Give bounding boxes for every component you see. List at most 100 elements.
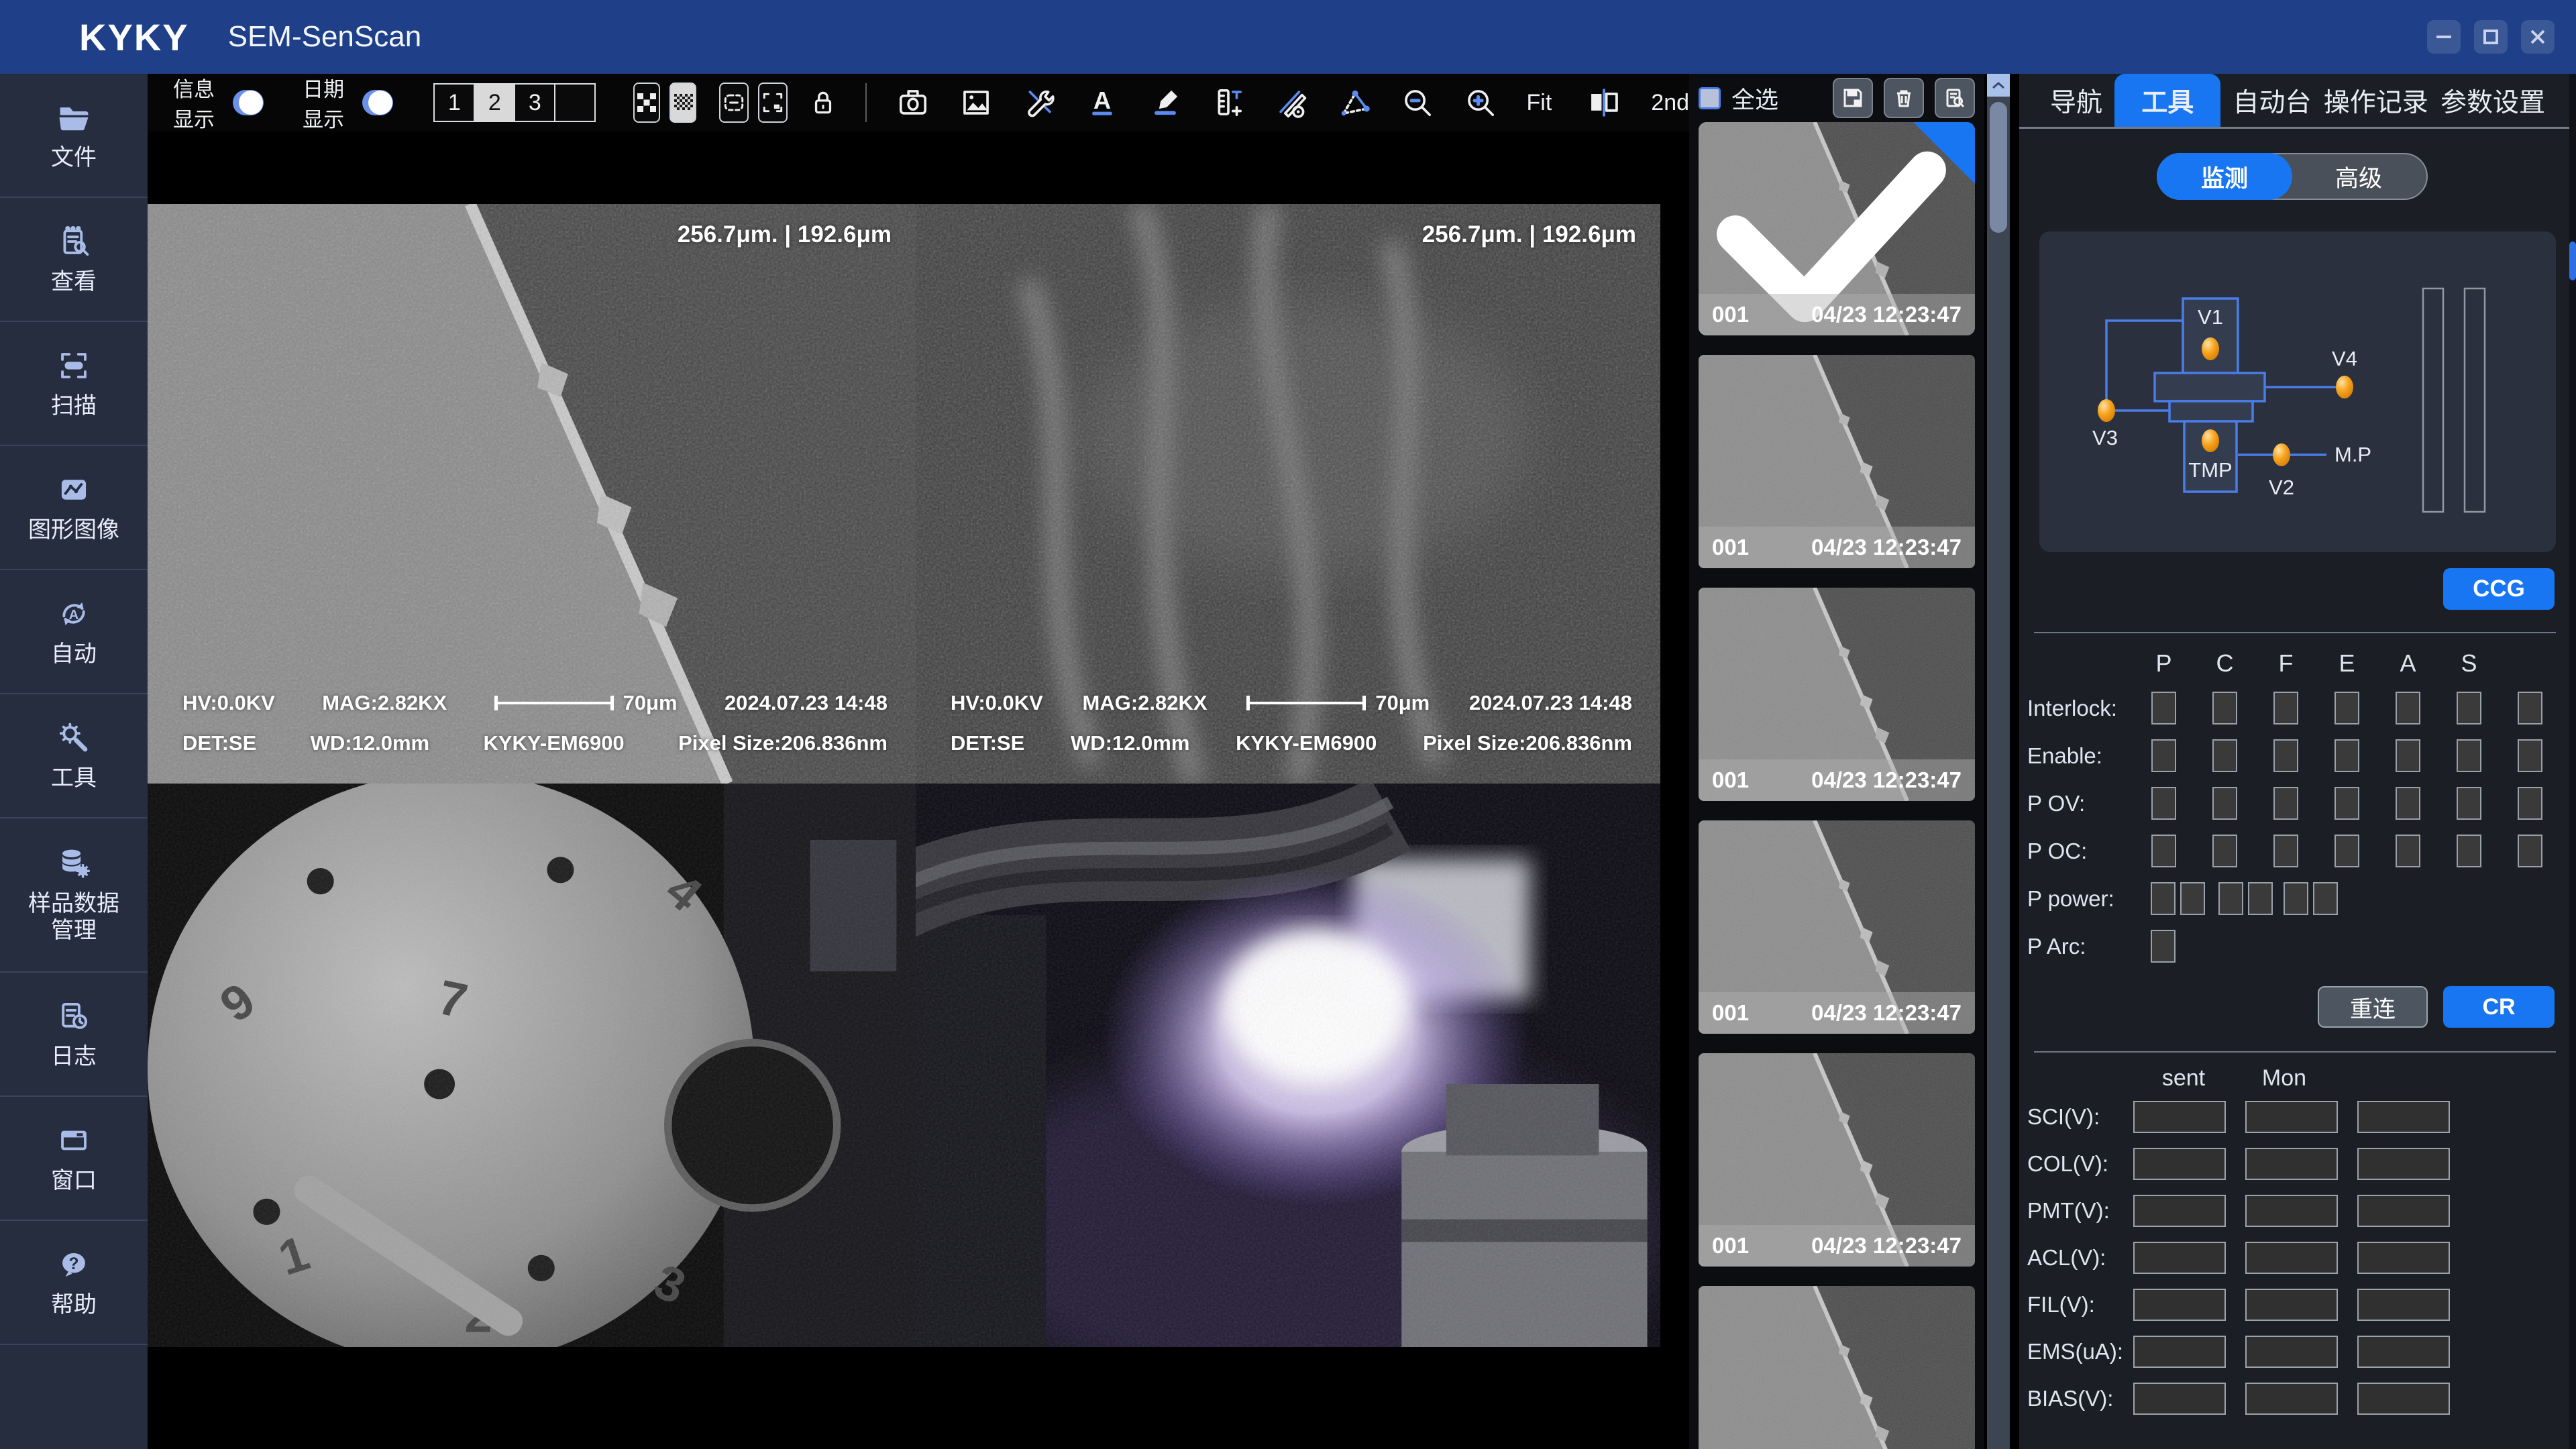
sidebar-item-file[interactable]: 文件 (0, 74, 148, 198)
status-checkbox[interactable] (2180, 882, 2205, 915)
reconnect-button[interactable]: 重连 (2318, 986, 2428, 1028)
tab-navigation[interactable]: 导航 (2050, 74, 2102, 127)
valve-v4-indicator[interactable] (2336, 376, 2353, 398)
status-checkbox[interactable] (2334, 692, 2359, 724)
status-checkbox[interactable] (2151, 739, 2176, 772)
status-checkbox[interactable] (2334, 835, 2359, 867)
tmp-indicator[interactable] (2202, 429, 2219, 452)
sem-viewport-1[interactable]: 256.7μm. | 192.6μm HV:0.0KV MAG:2.82KX 7… (148, 204, 916, 784)
dither-coarse-button[interactable] (633, 83, 660, 123)
bias-mon-field[interactable] (2245, 1383, 2338, 1415)
scrollbar-thumb[interactable] (2569, 241, 2576, 280)
cr-button[interactable]: CR (2443, 986, 2555, 1028)
minimize-button[interactable] (2427, 20, 2461, 54)
split-view-button[interactable] (1587, 85, 1621, 120)
bias-mon2-field[interactable] (2357, 1383, 2450, 1415)
maximize-button[interactable] (2474, 20, 2508, 54)
sci-mon2-field[interactable] (2357, 1101, 2450, 1133)
col-mon2-field[interactable] (2357, 1148, 2450, 1180)
right-panel-scrollbar[interactable] (2569, 74, 2576, 1449)
status-checkbox[interactable] (2151, 835, 2176, 867)
status-checkbox[interactable] (2518, 692, 2542, 724)
sidebar-item-auto[interactable]: A 自动 (0, 570, 148, 694)
scrollbar-thumb[interactable] (1990, 102, 2007, 233)
quadrant-2-button[interactable]: 2 (474, 83, 515, 122)
sidebar-item-scan[interactable]: 扫描 (0, 322, 148, 446)
status-checkbox[interactable] (2396, 692, 2420, 724)
image-tools-button[interactable] (1022, 85, 1056, 120)
acl-sent-field[interactable] (2133, 1242, 2226, 1274)
protractor-button[interactable] (1275, 85, 1308, 120)
info-display-toggle[interactable] (233, 90, 264, 115)
thumbnail-scrollbar[interactable] (1987, 74, 2010, 1449)
thumbnail-item-6[interactable] (1699, 1286, 1975, 1449)
text-annotation-button[interactable]: A (1085, 85, 1119, 120)
status-checkbox[interactable] (2151, 882, 2176, 915)
acl-mon2-field[interactable] (2357, 1242, 2450, 1274)
thumbnail-item-3[interactable]: 00104/23 12:23:47 (1699, 588, 1975, 801)
dashed-frame-button[interactable] (719, 83, 749, 123)
measure-ruler-button[interactable] (1212, 85, 1245, 120)
valve-v2-indicator[interactable] (2273, 443, 2290, 466)
pmt-mon2-field[interactable] (2357, 1195, 2450, 1227)
sidebar-item-log[interactable]: 日志 (0, 973, 148, 1097)
preview-search-button[interactable] (1935, 78, 1975, 118)
ems-mon2-field[interactable] (2357, 1336, 2450, 1368)
status-checkbox[interactable] (2396, 739, 2420, 772)
dither-fine-button[interactable] (669, 83, 696, 123)
thumbnail-item-5[interactable]: 00104/23 12:23:47 (1699, 1053, 1975, 1267)
delete-images-button[interactable] (1884, 78, 1924, 118)
fil-mon-field[interactable] (2245, 1289, 2338, 1321)
valve-v1-indicator[interactable] (2202, 337, 2219, 360)
sidebar-item-tools[interactable]: 工具 (0, 694, 148, 818)
save-images-button[interactable] (1833, 78, 1873, 118)
status-checkbox[interactable] (2212, 835, 2237, 867)
fil-sent-field[interactable] (2133, 1289, 2226, 1321)
close-button[interactable] (2521, 20, 2555, 54)
quadrant-1-button[interactable]: 1 (433, 83, 475, 122)
status-checkbox[interactable] (2457, 787, 2481, 820)
zoom-in-button[interactable] (1464, 85, 1497, 120)
status-checkbox[interactable] (2248, 882, 2273, 915)
second-view-button[interactable]: 2nd (1651, 90, 1689, 116)
status-checkbox[interactable] (2334, 787, 2359, 820)
sidebar-item-window[interactable]: 窗口 (0, 1097, 148, 1221)
stage-camera-viewport[interactable]: 9 7 4 1 2 3 (148, 784, 916, 1347)
status-checkbox[interactable] (2212, 692, 2237, 724)
scroll-up-button[interactable] (1987, 74, 2010, 97)
status-checkbox[interactable] (2457, 692, 2481, 724)
status-checkbox[interactable] (2518, 835, 2542, 867)
status-checkbox[interactable] (2151, 692, 2176, 724)
status-checkbox[interactable] (2273, 835, 2298, 867)
zoom-out-button[interactable] (1401, 85, 1434, 120)
pmt-mon-field[interactable] (2245, 1195, 2338, 1227)
status-checkbox[interactable] (2518, 739, 2542, 772)
angle-measure-button[interactable] (1338, 85, 1371, 120)
advanced-mode-button[interactable]: 高级 (2291, 154, 2426, 199)
status-checkbox[interactable] (2284, 882, 2308, 915)
sidebar-item-help[interactable]: ? 帮助 (0, 1221, 148, 1345)
chamber-camera-viewport[interactable] (916, 784, 1660, 1347)
ems-sent-field[interactable] (2133, 1336, 2226, 1368)
sem-viewport-2[interactable]: 256.7μm. | 192.6μm HV:0.0KV MAG:2.82KX 7… (916, 204, 1660, 784)
capture-region-button[interactable] (758, 83, 788, 123)
thumbnail-item-1[interactable]: 00104/23 12:23:47 (1699, 122, 1975, 335)
bias-sent-field[interactable] (2133, 1383, 2226, 1415)
pmt-sent-field[interactable] (2133, 1195, 2226, 1227)
sidebar-item-view[interactable]: 查看 (0, 198, 148, 322)
lock-button[interactable] (808, 85, 839, 120)
status-checkbox[interactable] (2396, 835, 2420, 867)
sidebar-item-sample-data[interactable]: 样品数据管理 (0, 818, 148, 973)
quadrant-4-button[interactable] (554, 83, 596, 122)
monitor-mode-button[interactable]: 监测 (2157, 153, 2292, 200)
status-checkbox[interactable] (2273, 739, 2298, 772)
status-checkbox[interactable] (2273, 692, 2298, 724)
status-checkbox[interactable] (2457, 739, 2481, 772)
status-checkbox[interactable] (2218, 882, 2243, 915)
status-checkbox[interactable] (2457, 835, 2481, 867)
fit-button[interactable]: Fit (1527, 90, 1552, 116)
date-display-toggle[interactable] (362, 90, 393, 115)
status-checkbox[interactable] (2518, 787, 2542, 820)
sci-sent-field[interactable] (2133, 1101, 2226, 1133)
tab-parameter-settings[interactable]: 参数设置 (2440, 74, 2545, 127)
